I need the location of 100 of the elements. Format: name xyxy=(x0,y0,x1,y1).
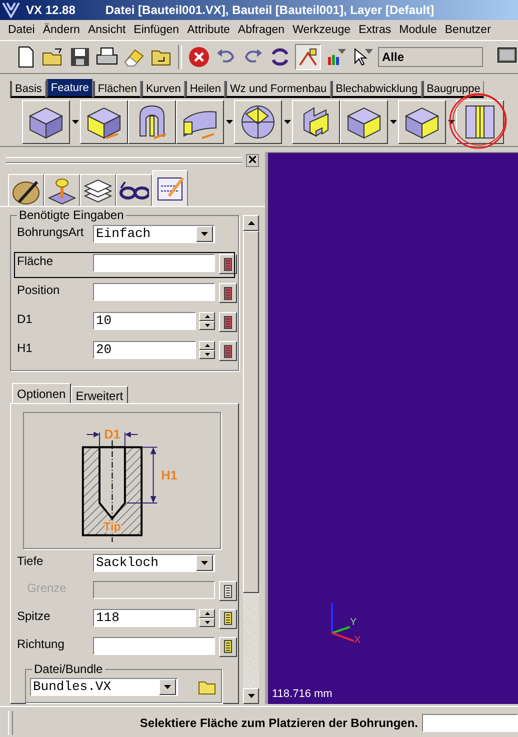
h1-label: H1 xyxy=(161,468,178,482)
logo-icon xyxy=(2,2,20,18)
tab[interactable]: Feature xyxy=(46,79,93,98)
spin-down-button[interactable] xyxy=(199,321,215,330)
spin-down-button[interactable] xyxy=(199,350,215,359)
dropdown-arrow-icon xyxy=(72,120,78,124)
joystick-icon xyxy=(47,176,77,206)
pick-button[interactable] xyxy=(219,636,237,656)
field-label: Tiefe xyxy=(17,554,44,568)
dropdown-arrow-icon xyxy=(448,120,454,124)
panel-tab[interactable] xyxy=(152,170,188,206)
feature-tool-button[interactable] xyxy=(292,100,340,144)
up-arrow-icon xyxy=(204,344,210,347)
menu-item[interactable]: Attribute xyxy=(183,24,234,36)
panel-tab[interactable] xyxy=(80,174,116,206)
input-field[interactable]: 20 xyxy=(93,341,196,359)
up-arrow-icon xyxy=(204,315,210,318)
scale-label: 118.716 mm xyxy=(272,688,332,700)
group-title: Benötigte Eingaben xyxy=(17,208,126,222)
panel-tab[interactable] xyxy=(116,174,152,206)
scrollbar[interactable] xyxy=(243,215,259,704)
cancel-icon[interactable] xyxy=(187,45,211,69)
input-field[interactable] xyxy=(93,283,215,301)
menu-item[interactable]: Extras xyxy=(354,24,396,36)
menu-item[interactable]: Einfügen xyxy=(130,24,184,36)
scroll-down-button[interactable] xyxy=(243,688,259,704)
d1-label: D1 xyxy=(104,426,120,442)
menu-item[interactable]: Werkzeuge xyxy=(288,24,355,36)
dropdown-arrow-icon xyxy=(201,232,208,236)
menu-item[interactable]: Ansicht xyxy=(84,24,130,36)
menu-item[interactable]: Ändern xyxy=(38,24,84,36)
input-field[interactable]: 10 xyxy=(93,312,196,330)
dropdown-arrow-icon xyxy=(201,560,208,565)
feature-tool-button[interactable] xyxy=(398,100,446,144)
pick-button[interactable] xyxy=(219,341,237,361)
tab[interactable]: Heilen xyxy=(184,81,226,98)
spin-up-button[interactable] xyxy=(199,608,215,618)
feature-tool-button[interactable] xyxy=(176,100,224,144)
down-arrow-icon xyxy=(204,620,210,624)
pick-button[interactable] xyxy=(219,283,237,303)
tab[interactable]: Flächen xyxy=(92,81,141,98)
dropdown[interactable]: Sackloch xyxy=(93,554,215,572)
field-label: Position xyxy=(17,283,61,297)
input-field[interactable] xyxy=(93,254,215,272)
tab[interactable]: Blechabwicklung xyxy=(330,81,422,98)
panel-tab[interactable] xyxy=(8,174,44,206)
menu-item[interactable]: Abfragen xyxy=(234,24,289,36)
tab[interactable]: Optionen xyxy=(12,383,71,403)
panel-tab[interactable] xyxy=(44,174,80,206)
up-arrow-icon xyxy=(204,612,210,615)
app-version: VX 12.88 xyxy=(26,3,76,17)
tab[interactable]: Basis xyxy=(10,81,46,98)
pick-button[interactable] xyxy=(219,254,237,274)
tab[interactable]: Baugruppe xyxy=(422,81,484,98)
menu-item[interactable]: Benutzer xyxy=(440,24,495,36)
pick-button[interactable] xyxy=(219,608,237,629)
feature-tool-button[interactable] xyxy=(22,100,70,144)
dropdown-arrow-icon xyxy=(284,120,290,124)
field-label: D1 xyxy=(17,312,34,326)
input-field[interactable]: 118 xyxy=(93,608,196,627)
tab[interactable]: Erweitert xyxy=(70,386,128,403)
command-input-field[interactable] xyxy=(422,714,518,732)
field-label: H1 xyxy=(17,341,34,355)
selection-filter-field[interactable]: Alle xyxy=(378,47,483,67)
dropdown[interactable]: Einfach xyxy=(93,225,215,243)
menu-item[interactable]: Datei xyxy=(4,24,39,36)
down-arrow-icon xyxy=(204,353,210,356)
group-title: Datei/Bundle xyxy=(32,662,105,676)
dropdown-arrow-icon xyxy=(226,120,232,124)
pick-button[interactable] xyxy=(219,312,237,332)
up-arrow-icon xyxy=(248,221,254,225)
field-label: Fläche xyxy=(17,254,54,268)
dropdown-arrow-icon xyxy=(164,685,171,690)
dropdown-arrow-icon xyxy=(390,120,396,124)
feature-tool-button[interactable] xyxy=(456,100,504,144)
feature-tool-button[interactable] xyxy=(234,100,282,144)
field-label: Spitze xyxy=(17,608,52,623)
spin-up-button[interactable] xyxy=(199,341,215,350)
down-arrow-icon xyxy=(248,694,254,698)
field-label: Richtung xyxy=(17,636,66,650)
tab[interactable]: Kurven xyxy=(140,81,185,98)
feature-tool-button[interactable] xyxy=(80,100,128,144)
feature-tool-button[interactable] xyxy=(128,100,176,144)
status-message: Selektiere Fläche zum Platzieren der Bohrungen. xyxy=(140,716,418,730)
input-field[interactable] xyxy=(93,636,215,654)
dropdown[interactable]: Bundles.VX xyxy=(30,678,178,696)
field-label: BohrungsArt xyxy=(17,225,85,239)
close-icon xyxy=(249,156,256,162)
close-button[interactable] xyxy=(246,154,259,166)
pick-button[interactable] xyxy=(219,581,237,602)
menu-item[interactable]: Module xyxy=(395,24,441,36)
feature-tool-button[interactable] xyxy=(340,100,388,144)
tab[interactable]: Wz und Formenbau xyxy=(225,81,331,98)
3d-viewport[interactable]: Y X 118.716 mm xyxy=(268,152,518,704)
window-title: Datei [Bauteil001.VX], Bauteil [Bauteil001], Layer [Default] xyxy=(105,3,434,17)
axis-triad-drawing: Y X xyxy=(324,599,364,645)
tools-icon[interactable] xyxy=(295,44,321,70)
spin-up-button[interactable] xyxy=(199,312,215,321)
scroll-up-button[interactable] xyxy=(243,215,259,231)
save-icon[interactable] xyxy=(68,45,92,69)
